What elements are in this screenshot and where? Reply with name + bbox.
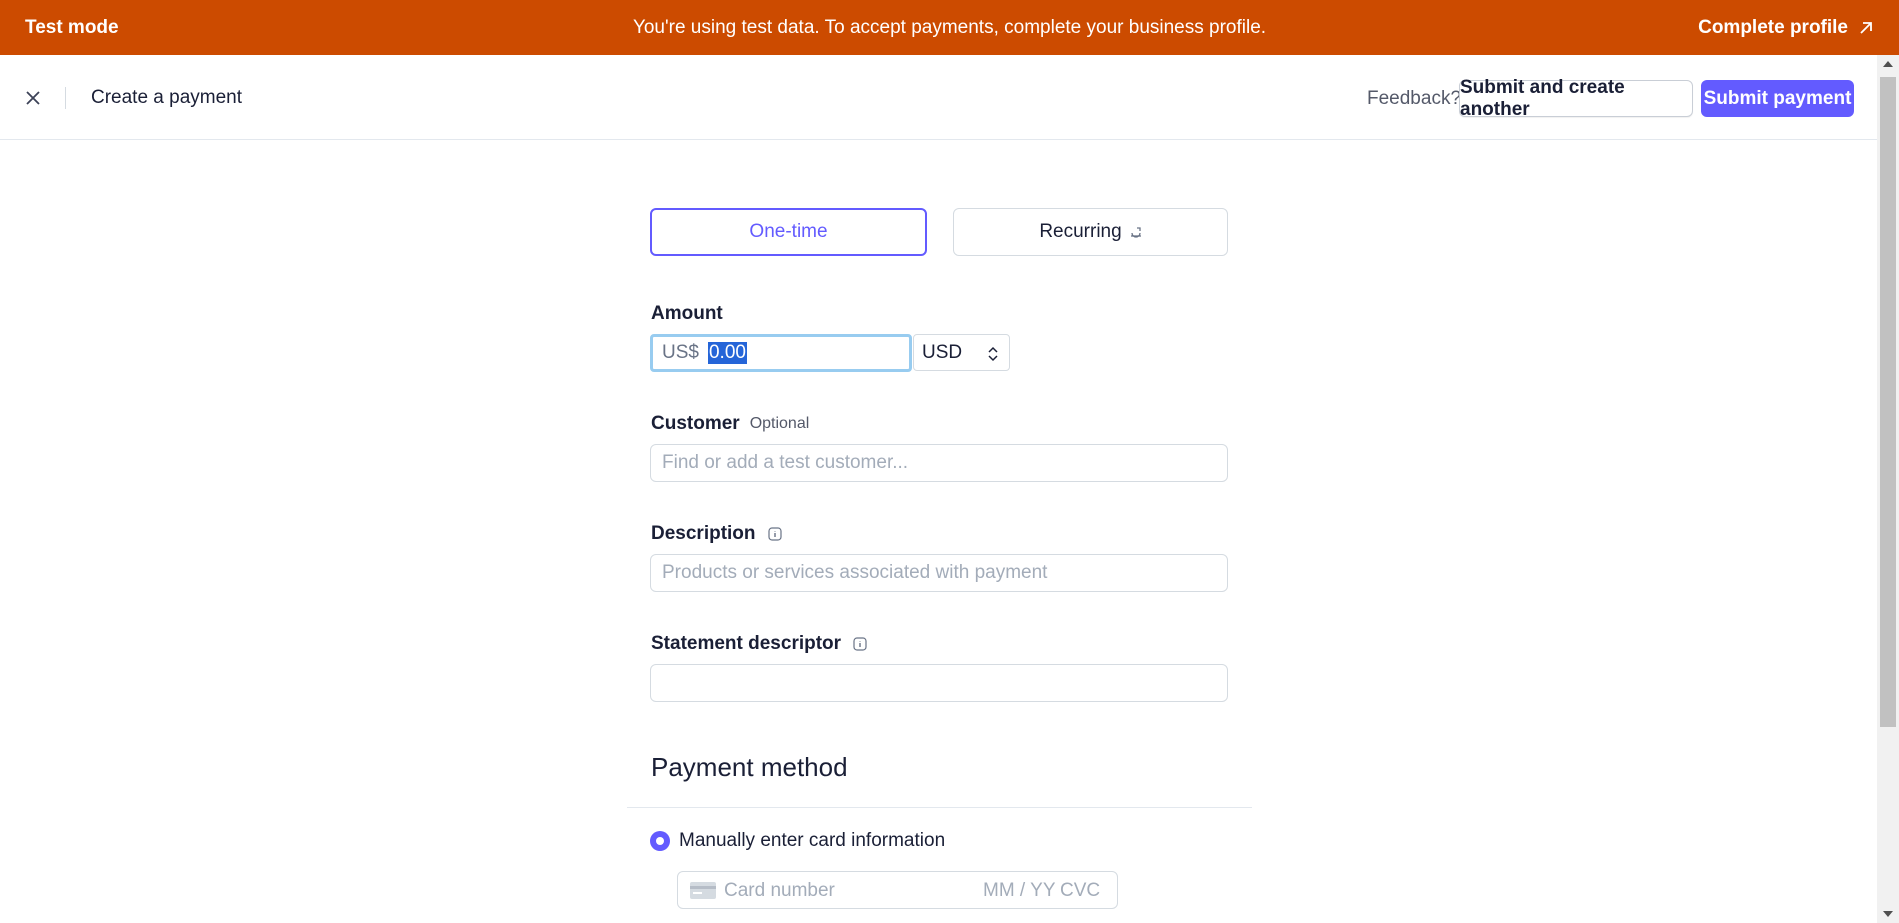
external-arrow-icon bbox=[1860, 21, 1872, 34]
description-placeholder: Products or services associated with pay… bbox=[662, 562, 1048, 583]
test-mode-message: You're using test data. To accept paymen… bbox=[632, 16, 1267, 38]
amount-currency-prefix: US$ bbox=[662, 342, 699, 363]
statement-descriptor-input[interactable] bbox=[650, 664, 1228, 702]
customer-label: Customer Optional bbox=[651, 413, 809, 435]
customer-placeholder: Find or add a test customer... bbox=[662, 452, 909, 473]
card-expiry-placeholder: MM / YY bbox=[983, 880, 1056, 901]
statement-descriptor-label: Statement descriptor bbox=[651, 633, 867, 655]
amount-input[interactable]: US$ 0.00 bbox=[650, 334, 912, 372]
scroll-up-arrow-icon[interactable] bbox=[1883, 61, 1893, 67]
description-input[interactable]: Products or services associated with pay… bbox=[650, 554, 1228, 592]
close-icon[interactable] bbox=[22, 87, 44, 109]
scroll-down-arrow-icon[interactable] bbox=[1883, 911, 1893, 917]
amount-label-text: Amount bbox=[651, 303, 723, 324]
amount-label: Amount bbox=[651, 303, 723, 325]
chevron-up-down-icon bbox=[988, 346, 998, 362]
page-title: Create a payment bbox=[91, 87, 243, 108]
submit-payment-button[interactable]: Submit payment bbox=[1701, 80, 1854, 117]
feedback-link[interactable]: Feedback? bbox=[1367, 88, 1461, 110]
recurring-toggle[interactable]: Recurring bbox=[953, 208, 1228, 256]
section-divider bbox=[627, 807, 1252, 808]
currency-value: USD bbox=[922, 341, 963, 363]
optional-tag: Optional bbox=[749, 415, 810, 432]
card-number-placeholder: Card number bbox=[724, 880, 835, 901]
header-divider bbox=[65, 87, 66, 109]
customer-search-input[interactable]: Find or add a test customer... bbox=[650, 444, 1228, 482]
info-icon[interactable] bbox=[853, 637, 867, 651]
scrollbar[interactable] bbox=[1877, 55, 1899, 923]
currency-select[interactable]: USD bbox=[913, 334, 1010, 371]
card-input[interactable]: Card number MM / YY CVC bbox=[677, 871, 1118, 909]
card-cvc-placeholder: CVC bbox=[1060, 880, 1101, 901]
submit-and-create-another-button[interactable]: Submit and create another bbox=[1459, 77, 1693, 120]
description-label: Description bbox=[651, 523, 782, 545]
credit-card-icon bbox=[690, 882, 716, 899]
radio-dot bbox=[656, 837, 664, 845]
statement-descriptor-label-text: Statement descriptor bbox=[651, 633, 842, 654]
manual-card-label[interactable]: Manually enter card information bbox=[679, 830, 945, 852]
payment-method-title: Payment method bbox=[651, 752, 848, 782]
manual-card-radio[interactable] bbox=[650, 831, 670, 851]
complete-profile-label: Complete profile bbox=[1698, 16, 1848, 38]
info-icon[interactable] bbox=[767, 527, 782, 541]
recurring-icon bbox=[1130, 227, 1141, 238]
test-mode-banner: Test mode You're using test data. To acc… bbox=[0, 0, 1899, 55]
description-label-text: Description bbox=[651, 523, 756, 544]
one-time-toggle[interactable]: One-time bbox=[650, 208, 927, 256]
amount-value: 0.00 bbox=[707, 342, 747, 364]
complete-profile-link[interactable]: Complete profile bbox=[1698, 17, 1874, 39]
page-header: Create a payment Feedback? Submit and cr… bbox=[0, 55, 1877, 140]
recurring-toggle-label: Recurring bbox=[1039, 221, 1122, 242]
scroll-thumb[interactable] bbox=[1880, 77, 1896, 727]
customer-label-text: Customer bbox=[651, 413, 740, 434]
